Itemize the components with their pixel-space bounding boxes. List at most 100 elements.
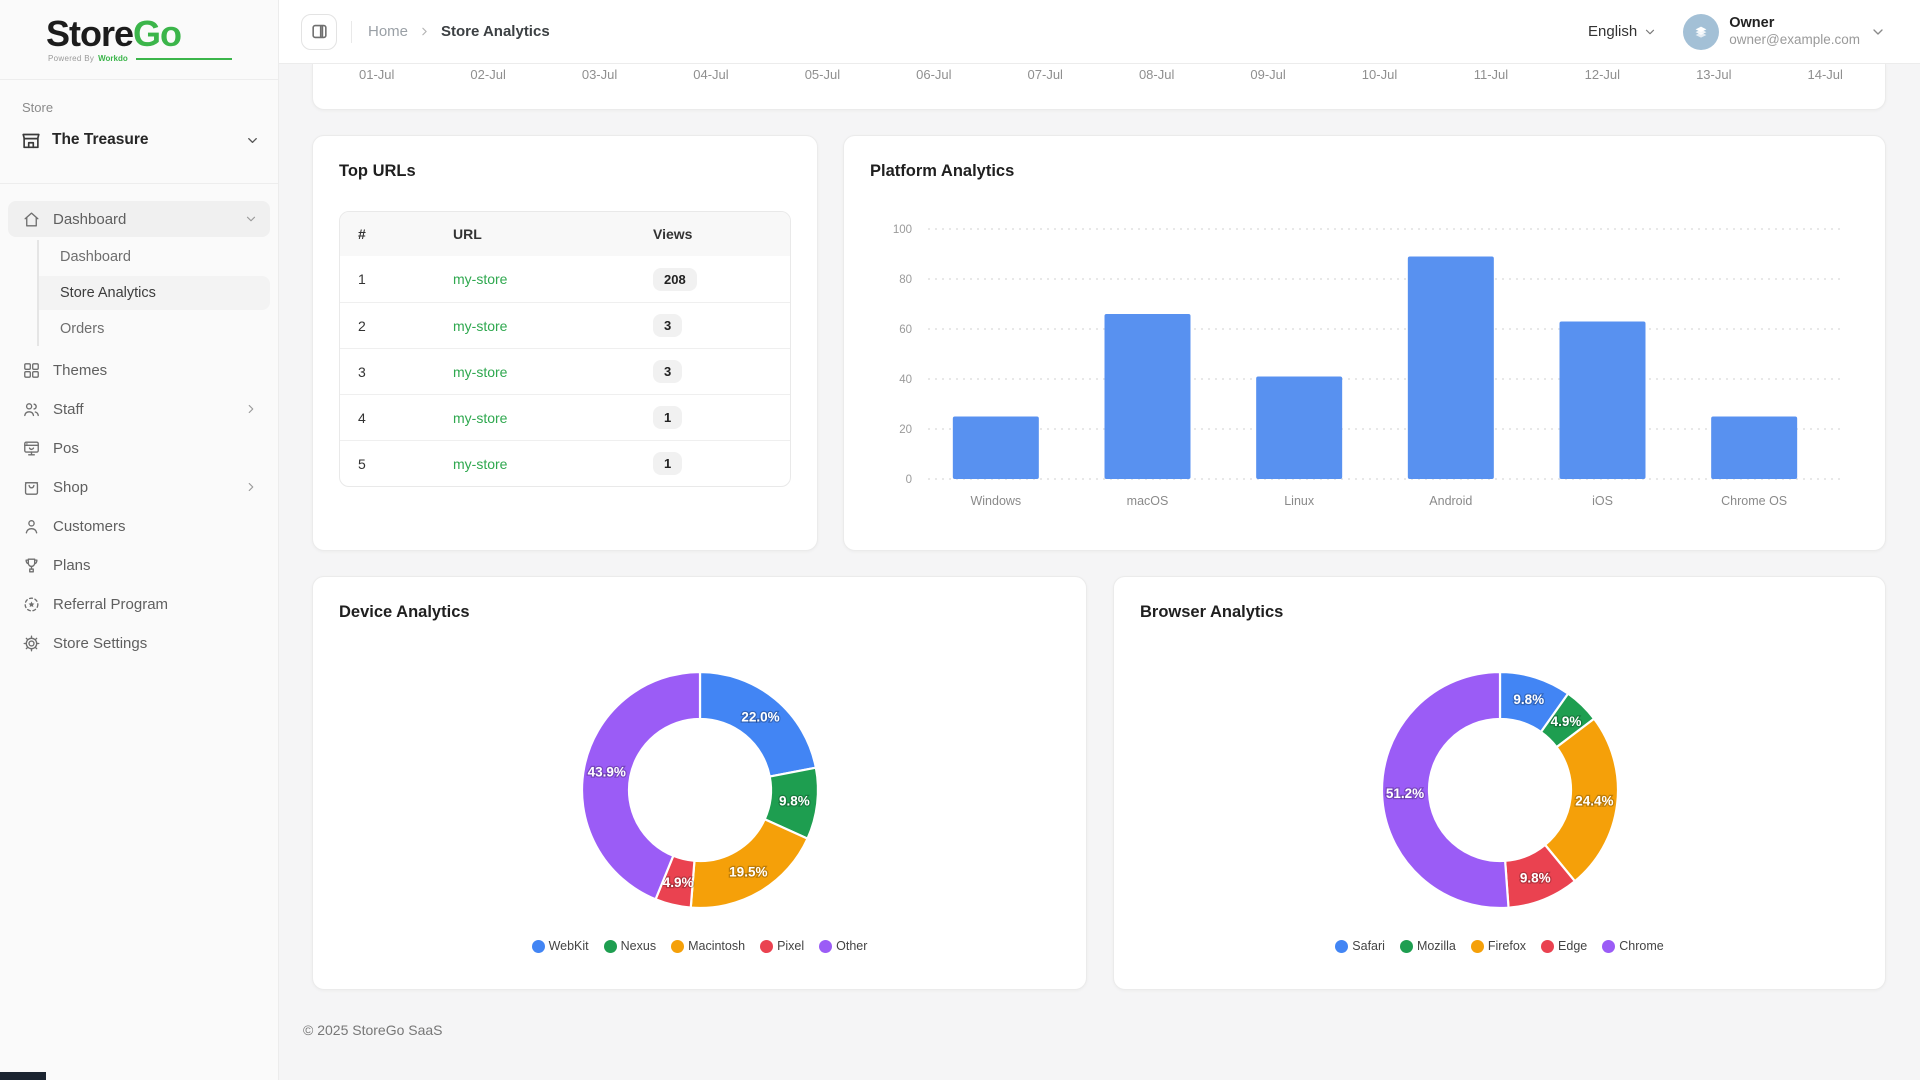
- chevron-down-icon: [1643, 25, 1657, 39]
- sidebar-item-store-settings[interactable]: Store Settings: [8, 625, 270, 661]
- brand-logo[interactable]: StoreGo Powered By Workdo: [0, 0, 278, 63]
- chevron-right-icon: [418, 25, 431, 38]
- device-analytics-donut-chart: 22.0% 9.8% 19.5% 4.9% 43.9%: [560, 650, 840, 930]
- views-badge: 1: [653, 406, 682, 429]
- device-donut-wrap: 22.0% 9.8% 19.5% 4.9% 43.9%: [339, 650, 1060, 930]
- svg-text:9.8%: 9.8%: [778, 794, 809, 809]
- referral-icon: [22, 595, 41, 614]
- legend-item-macintosh[interactable]: Macintosh: [671, 939, 745, 953]
- sidebar-item-label: Referral Program: [53, 596, 258, 613]
- svg-text:4.9%: 4.9%: [1550, 714, 1581, 729]
- x-axis-label: 04-Jul: [655, 67, 766, 109]
- user-profile-menu[interactable]: Owner owner@example.com: [1683, 14, 1886, 50]
- language-dropdown[interactable]: English: [1588, 23, 1657, 40]
- sidebar-subitem-store-analytics[interactable]: Store Analytics: [39, 276, 270, 310]
- x-axis-label: 08-Jul: [1101, 67, 1212, 109]
- main-content: 01-Jul02-Jul03-Jul04-Jul05-Jul06-Jul07-J…: [279, 64, 1920, 1080]
- cell-rank: 2: [340, 318, 435, 334]
- svg-text:43.9%: 43.9%: [587, 764, 625, 779]
- svg-text:19.5%: 19.5%: [729, 864, 767, 879]
- views-badge: 1: [653, 452, 682, 475]
- bar-android: [1408, 257, 1494, 480]
- header-right: English Owner owner@example.com: [1588, 14, 1886, 50]
- url-link[interactable]: my-store: [453, 318, 507, 334]
- sidebar-item-label: Themes: [53, 362, 258, 379]
- sidebar-item-label: Pos: [53, 440, 258, 457]
- table-row: 1my-store208: [340, 256, 790, 302]
- sidebar-item-label: Shop: [53, 479, 232, 496]
- sidebar-item-shop[interactable]: Shop: [8, 469, 270, 505]
- sidebar-subitem-dashboard[interactable]: Dashboard: [39, 240, 270, 274]
- cell-rank: 3: [340, 364, 435, 380]
- x-axis-label: 06-Jul: [878, 67, 989, 109]
- sidebar-subitem-orders[interactable]: Orders: [39, 312, 270, 346]
- legend-item-pixel[interactable]: Pixel: [760, 939, 804, 953]
- sidebar-item-referral-program[interactable]: Referral Program: [8, 586, 270, 622]
- breadcrumb-home-link[interactable]: Home: [368, 23, 408, 40]
- breadcrumb: Home Store Analytics: [368, 23, 550, 40]
- legend-item-edge[interactable]: Edge: [1541, 939, 1587, 953]
- url-link[interactable]: my-store: [453, 364, 507, 380]
- sidebar-item-customers[interactable]: Customers: [8, 508, 270, 544]
- legend-label: Macintosh: [688, 939, 745, 953]
- legend-dot: [1541, 940, 1554, 953]
- table-row: 4my-store1: [340, 394, 790, 440]
- svg-text:4.9%: 4.9%: [662, 875, 693, 890]
- bar-ios: [1560, 322, 1646, 480]
- svg-text:Linux: Linux: [1284, 494, 1315, 508]
- legend-item-firefox[interactable]: Firefox: [1471, 939, 1526, 953]
- home-icon: [22, 210, 41, 229]
- browser-analytics-donut-chart: 9.8%4.9%24.4%9.8%51.2%: [1360, 650, 1640, 930]
- chevron-down-icon: [245, 133, 260, 148]
- legend-label: Edge: [1558, 939, 1587, 953]
- legend-item-chrome[interactable]: Chrome: [1602, 939, 1663, 953]
- svg-text:Android: Android: [1429, 494, 1472, 508]
- user-name: Owner: [1729, 15, 1860, 32]
- storefront-icon: [20, 129, 42, 151]
- bag-icon: [22, 478, 41, 497]
- grid-icon: [22, 361, 41, 380]
- url-link[interactable]: my-store: [453, 410, 507, 426]
- sidebar-item-plans[interactable]: Plans: [8, 547, 270, 583]
- legend-label: Nexus: [621, 939, 656, 953]
- breadcrumb-current: Store Analytics: [441, 23, 550, 40]
- powered-by-underline: [136, 58, 232, 60]
- cell-rank: 5: [340, 456, 435, 472]
- sidebar-item-label: Dashboard: [53, 211, 232, 228]
- device-analytics-legend: WebKit Nexus Macintosh Pixel Other: [339, 939, 1060, 953]
- legend-item-webkit[interactable]: WebKit: [532, 939, 589, 953]
- legend-item-mozilla[interactable]: Mozilla: [1400, 939, 1456, 953]
- platform-analytics-bar-chart: 020406080100WindowsmacOSLinuxAndroidiOSC…: [870, 187, 1859, 523]
- users-icon: [22, 400, 41, 419]
- svg-text:iOS: iOS: [1592, 494, 1613, 508]
- sidebar-nav: DashboardDashboardStore AnalyticsOrdersT…: [0, 184, 278, 661]
- store-selector[interactable]: The Treasure: [0, 115, 278, 167]
- table-body: 1my-store2082my-store33my-store34my-stor…: [340, 256, 790, 486]
- daily-chart-cropped: 01-Jul02-Jul03-Jul04-Jul05-Jul06-Jul07-J…: [312, 64, 1886, 110]
- language-label: English: [1588, 23, 1637, 40]
- sidebar-item-dashboard[interactable]: Dashboard: [8, 201, 270, 237]
- legend-label: Chrome: [1619, 939, 1663, 953]
- svg-text:24.4%: 24.4%: [1575, 794, 1613, 809]
- bottom-left-dark-strip: [0, 1072, 46, 1080]
- legend-item-other[interactable]: Other: [819, 939, 867, 953]
- gear-icon: [22, 634, 41, 653]
- legend-item-nexus[interactable]: Nexus: [604, 939, 656, 953]
- legend-label: Other: [836, 939, 867, 953]
- sidebar-item-staff[interactable]: Staff: [8, 391, 270, 427]
- svg-text:60: 60: [899, 324, 912, 336]
- url-link[interactable]: my-store: [453, 271, 507, 287]
- svg-text:9.8%: 9.8%: [1519, 871, 1550, 886]
- monitor-icon: [22, 439, 41, 458]
- sidebar-toggle-button[interactable]: [301, 14, 337, 50]
- svg-text:40: 40: [899, 374, 912, 386]
- url-link[interactable]: my-store: [453, 456, 507, 472]
- device-analytics-title: Device Analytics: [339, 603, 1060, 622]
- legend-item-safari[interactable]: Safari: [1335, 939, 1385, 953]
- sidebar-item-themes[interactable]: Themes: [8, 352, 270, 388]
- col-header-rank: #: [340, 226, 435, 242]
- browser-analytics-legend: Safari Mozilla Firefox Edge Chrome: [1140, 939, 1859, 953]
- top-header: Home Store Analytics English Owner owner…: [279, 0, 1920, 64]
- sidebar-item-pos[interactable]: Pos: [8, 430, 270, 466]
- svg-text:22.0%: 22.0%: [741, 709, 779, 724]
